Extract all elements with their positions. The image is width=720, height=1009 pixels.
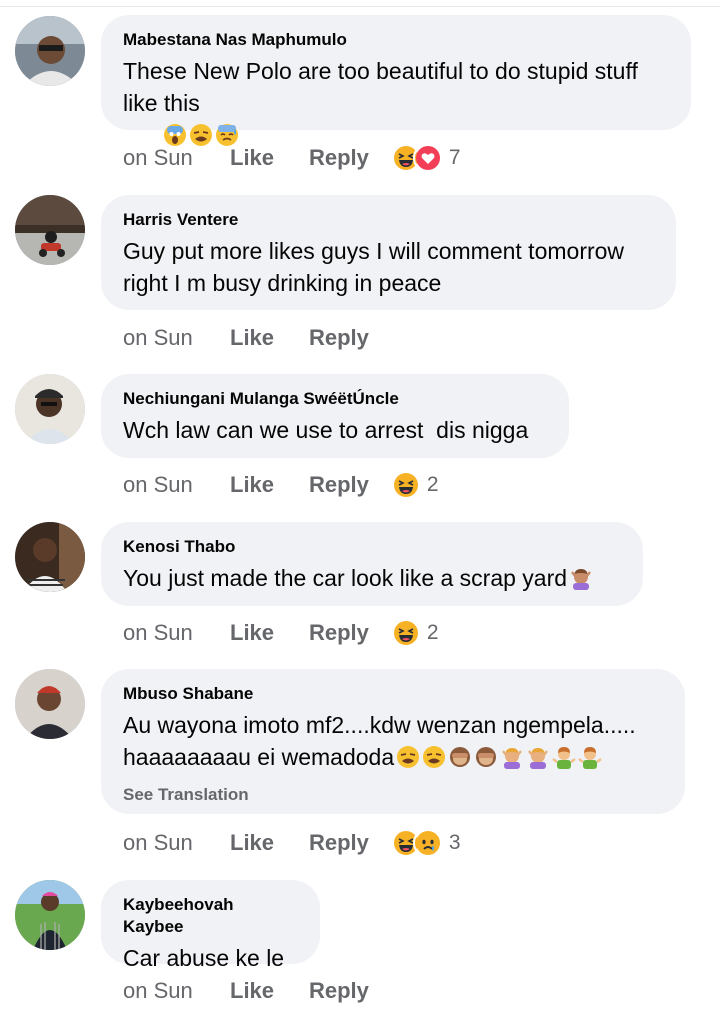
comment-actions: on Sun Like Reply 7 [123,143,461,173]
avatar[interactable] [15,16,85,86]
comment-author[interactable]: Harris Ventere [123,209,654,231]
reaction-summary[interactable]: 2 [390,470,439,500]
comment-actions: on Sun Like Reply 2 [123,470,439,500]
see-no-evil-monkey-icon [474,745,498,769]
reaction-count: 2 [426,473,439,496]
comment-timestamp[interactable]: on Sun [123,620,230,646]
haha-reaction-icon [390,470,421,500]
comment-author[interactable]: Mabestana Nas Maphumulo [123,29,669,51]
reaction-summary[interactable]: 7 [390,143,461,173]
reaction-summary[interactable]: 2 [390,618,439,648]
person-shrugging-icon [578,745,602,769]
comment-text: You just made the car look like a scrap … [123,562,621,594]
like-button[interactable]: Like [230,145,309,171]
person-gesturing-no-icon [526,745,550,769]
reply-button[interactable]: Reply [309,830,369,856]
comment-timestamp[interactable]: on Sun [123,325,230,351]
love-reaction-icon [412,143,443,173]
comment-author[interactable]: Kaybeehovah Kaybee [123,894,298,938]
comment-actions: on Sun Like Reply 3 [123,828,461,858]
see-no-evil-monkey-icon [448,745,472,769]
see-translation-link[interactable]: See Translation [123,785,663,805]
comment-author[interactable]: Nechiungani Mulanga SwéëtÚncle [123,388,547,410]
comment-author[interactable]: Kenosi Thabo [123,536,621,558]
comment-text: Wch law can we use to arrest dis nigga [123,417,529,443]
comment-text: Car abuse ke le [123,945,285,971]
reply-button[interactable]: Reply [309,472,369,498]
like-button[interactable]: Like [230,472,309,498]
person-gesturing-no-icon [569,566,593,590]
comment-text: Guy put more likes guys I will comment t… [123,238,631,296]
reaction-count: 3 [448,831,461,854]
reaction-summary[interactable]: 3 [390,828,461,858]
reply-button[interactable]: Reply [309,145,369,171]
like-button[interactable]: Like [230,978,309,1004]
avatar[interactable] [15,669,85,739]
comment-bubble: Kaybeehovah Kaybee Car abuse ke le [101,880,320,971]
comment-bubble: Kenosi Thabo You just made the car look … [101,522,643,606]
comment-author[interactable]: Mbuso Shabane [123,683,663,705]
reply-button[interactable]: Reply [309,325,369,351]
person-gesturing-no-icon [500,745,524,769]
reply-button[interactable]: Reply [309,620,369,646]
person-shrugging-icon [552,745,576,769]
comment-bubble: Mabestana Nas Maphumulo These New Polo a… [101,15,691,146]
top-divider [0,0,720,7]
haha-reaction-icon [390,618,421,648]
comment-bubble: Nechiungani Mulanga SwéëtÚncle Wch law c… [101,374,569,458]
sad-reaction-icon [412,828,443,858]
comment-actions: on Sun Like Reply [123,323,391,353]
avatar[interactable] [15,374,85,444]
comment-bubble: Harris Ventere Guy put more likes guys I… [101,195,676,310]
comment-timestamp[interactable]: on Sun [123,472,230,498]
comment-timestamp[interactable]: on Sun [123,978,230,1004]
reaction-count: 7 [448,146,461,169]
comment-timestamp[interactable]: on Sun [123,830,230,856]
like-button[interactable]: Like [230,830,309,856]
weary-face-icon [396,745,420,769]
like-button[interactable]: Like [230,325,309,351]
avatar[interactable] [15,522,85,592]
avatar[interactable] [15,195,85,265]
comment-actions: on Sun Like Reply 2 [123,618,439,648]
avatar[interactable] [15,880,85,950]
comment-text: Au wayona imoto mf2....kdw wenzan ngempe… [123,712,643,770]
like-button[interactable]: Like [230,620,309,646]
comment-timestamp[interactable]: on Sun [123,145,230,171]
reply-button[interactable]: Reply [309,978,369,1004]
comment-actions: on Sun Like Reply [123,976,391,1006]
weary-face-icon [422,745,446,769]
comment-bubble: Mbuso Shabane Au wayona imoto mf2....kdw… [101,669,685,814]
reaction-count: 2 [426,621,439,644]
